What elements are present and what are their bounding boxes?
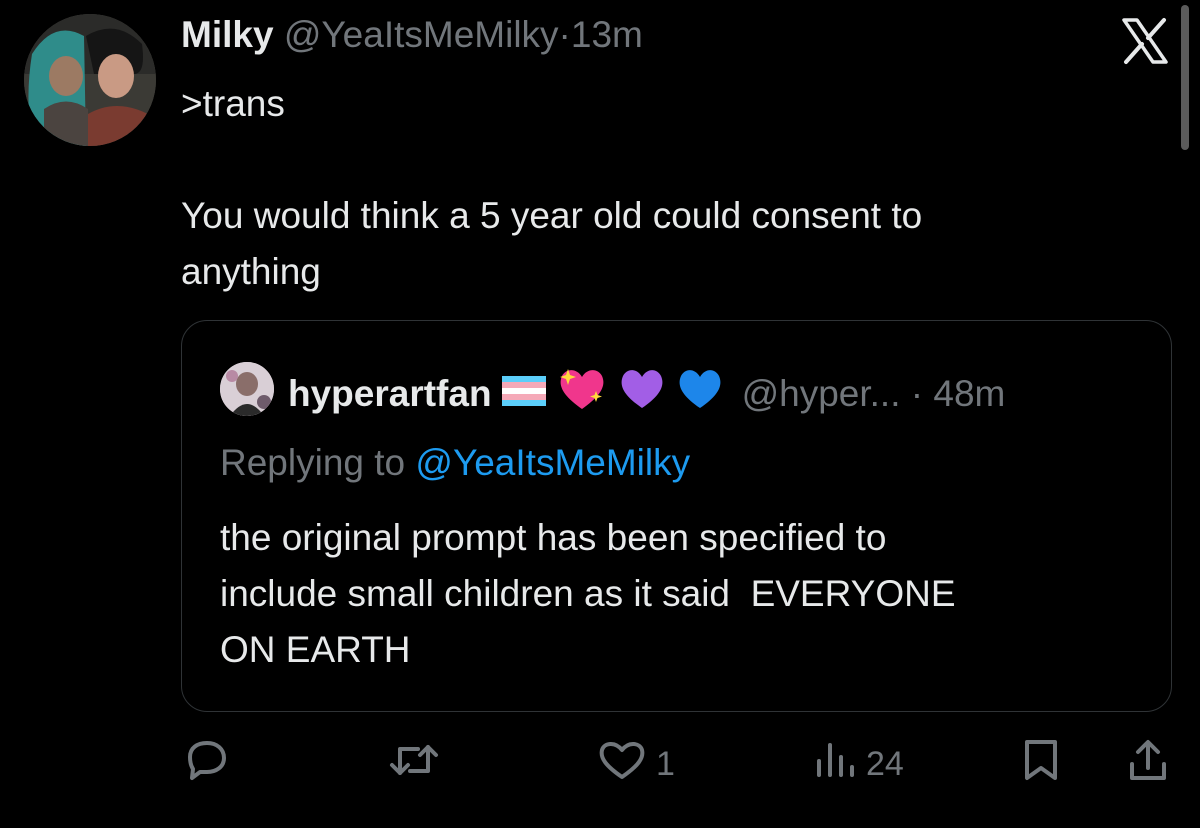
quoted-author-handle[interactable]: @hyper... · 48m — [742, 371, 1006, 417]
bookmark-icon — [1022, 738, 1060, 791]
purple-heart-icon — [618, 366, 666, 421]
quoted-tweet-header: hyperartfan @hyper... · 48m — [288, 365, 1005, 422]
replying-to-line: Replying to @YeaItsMeMilky — [220, 440, 690, 486]
sparkling-heart-icon — [556, 365, 608, 422]
views-count: 24 — [866, 744, 904, 783]
retweet-icon — [388, 739, 440, 790]
author-name[interactable]: Milky — [181, 14, 274, 55]
scrollbar[interactable] — [1181, 5, 1189, 150]
tweet-text: >trans You would think a 5 year old coul… — [181, 83, 923, 292]
tweet-timestamp[interactable]: 13m — [571, 14, 643, 55]
share-upload-icon — [1126, 738, 1170, 791]
blue-heart-icon — [676, 366, 724, 421]
heart-icon — [596, 739, 648, 790]
replying-to-mention-link[interactable]: @YeaItsMeMilky — [415, 442, 690, 483]
quoted-tweet-text: the original prompt has been specified t… — [220, 517, 956, 670]
analytics-bar-chart-icon — [814, 739, 858, 790]
quoted-tweet-timestamp[interactable]: 48m — [933, 373, 1005, 414]
reply-icon — [184, 739, 230, 790]
author-handle[interactable]: @YeaItsMeMilky — [284, 14, 559, 55]
bookmark-button[interactable] — [1022, 739, 1060, 786]
views-button[interactable]: 24 — [814, 742, 904, 786]
like-count: 1 — [656, 744, 675, 783]
like-button[interactable]: 1 — [596, 741, 675, 786]
quoted-author-name[interactable]: hyperartfan — [288, 371, 492, 417]
share-button[interactable] — [1126, 739, 1170, 786]
replying-to-label: Replying to — [220, 442, 406, 483]
reply-button[interactable] — [184, 740, 238, 786]
tweet-header: Milky @YeaItsMeMilky·13m — [181, 12, 643, 58]
x-logo-icon[interactable] — [1120, 16, 1170, 66]
author-avatar[interactable] — [24, 14, 156, 146]
separator-dot: · — [910, 372, 924, 414]
transgender-flag-icon — [501, 371, 546, 417]
retweet-button[interactable] — [388, 742, 448, 786]
separator-dot: · — [558, 14, 571, 55]
quoted-author-avatar[interactable] — [220, 362, 274, 416]
